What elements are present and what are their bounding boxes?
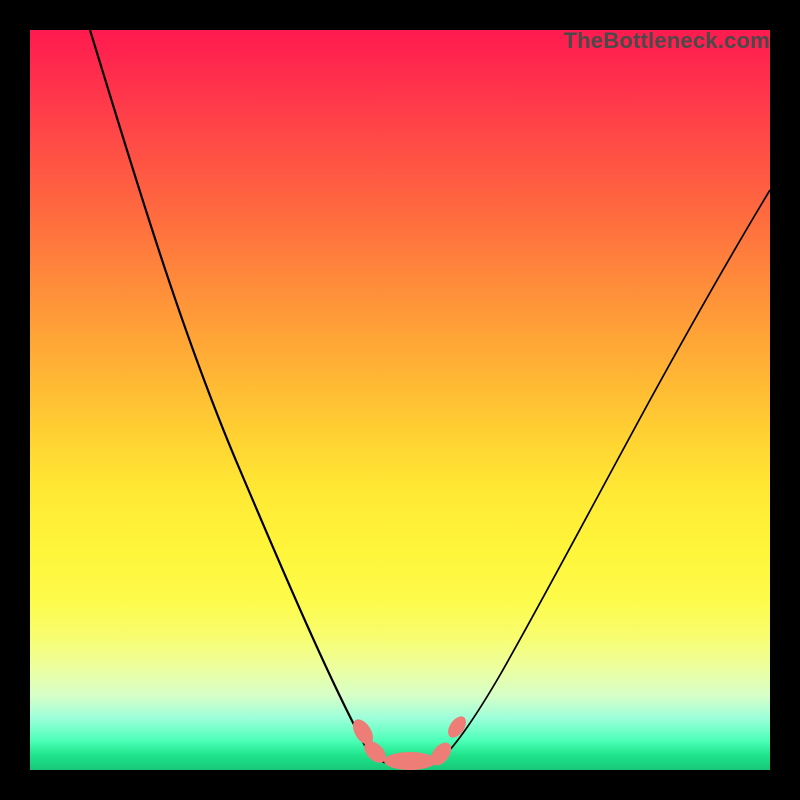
left-curve-path xyxy=(90,30,373,758)
chart-frame: TheBottleneck.com xyxy=(0,0,800,800)
watermark-text: TheBottleneck.com xyxy=(564,28,770,54)
curve-group xyxy=(90,30,770,764)
marker-right-nub-upper xyxy=(444,713,469,741)
marker-valley-blob xyxy=(384,752,436,770)
right-curve-path xyxy=(443,190,770,757)
markers-group xyxy=(349,713,470,770)
chart-svg xyxy=(30,30,770,770)
